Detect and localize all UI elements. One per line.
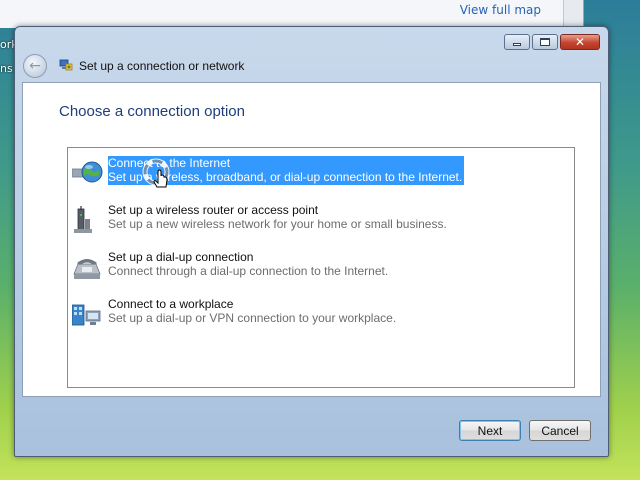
maximize-icon xyxy=(540,38,550,46)
busy-hand-cursor-icon xyxy=(142,158,170,188)
background-scrollbar xyxy=(563,0,583,28)
caption-buttons: ✕ xyxy=(504,34,600,50)
option-description: Set up a new wireless network for your h… xyxy=(108,217,447,231)
option-texts: Connect to a workplace Set up a dial-up … xyxy=(108,297,396,326)
option-workplace[interactable]: Connect to a workplace Set up a dial-up … xyxy=(72,295,452,331)
connection-wizard-window: ✕ ← Set up a connection or network Choos… xyxy=(14,26,609,457)
window-title: Set up a connection or network xyxy=(79,59,245,73)
view-full-map-link[interactable]: View full map xyxy=(460,3,541,17)
option-texts: Set up a wireless router or access point… xyxy=(108,203,447,232)
close-icon: ✕ xyxy=(574,35,586,49)
option-wireless-router[interactable]: Set up a wireless router or access point… xyxy=(72,201,452,237)
option-texts: Set up a dial-up connection Connect thro… xyxy=(108,250,388,279)
wizard-footer: Next Cancel xyxy=(22,412,601,447)
wizard-content: Choose a connection option Connect to th… xyxy=(22,82,601,397)
workplace-network-icon xyxy=(72,304,101,326)
background-window: View full map xyxy=(0,0,584,28)
option-dial-up[interactable]: Set up a dial-up connection Connect thro… xyxy=(72,248,452,284)
back-arrow-icon: ← xyxy=(29,58,41,74)
cancel-button[interactable]: Cancel xyxy=(529,420,591,441)
option-description: Set up a dial-up or VPN connection to yo… xyxy=(108,311,397,325)
minimize-icon xyxy=(513,43,521,46)
desktop-text-fragment: ns xyxy=(0,62,13,75)
option-title: Set up a dial-up connection xyxy=(108,250,254,264)
next-button[interactable]: Next xyxy=(459,420,521,441)
globe-network-icon xyxy=(72,161,103,183)
network-wizard-icon xyxy=(59,59,73,71)
wireless-router-icon xyxy=(74,206,92,233)
close-button[interactable]: ✕ xyxy=(560,34,600,50)
page-heading: Choose a connection option xyxy=(59,103,245,120)
option-description: Connect through a dial-up connection to … xyxy=(108,264,389,278)
maximize-button[interactable] xyxy=(532,34,558,50)
option-title: Set up a wireless router or access point xyxy=(108,203,319,217)
back-button[interactable]: ← xyxy=(23,54,47,78)
option-title: Connect to a workplace xyxy=(108,297,234,311)
option-connect-internet[interactable]: Connect to the Internet Set up a wireles… xyxy=(72,154,465,190)
telephone-icon xyxy=(73,259,101,279)
minimize-button[interactable] xyxy=(504,34,530,50)
